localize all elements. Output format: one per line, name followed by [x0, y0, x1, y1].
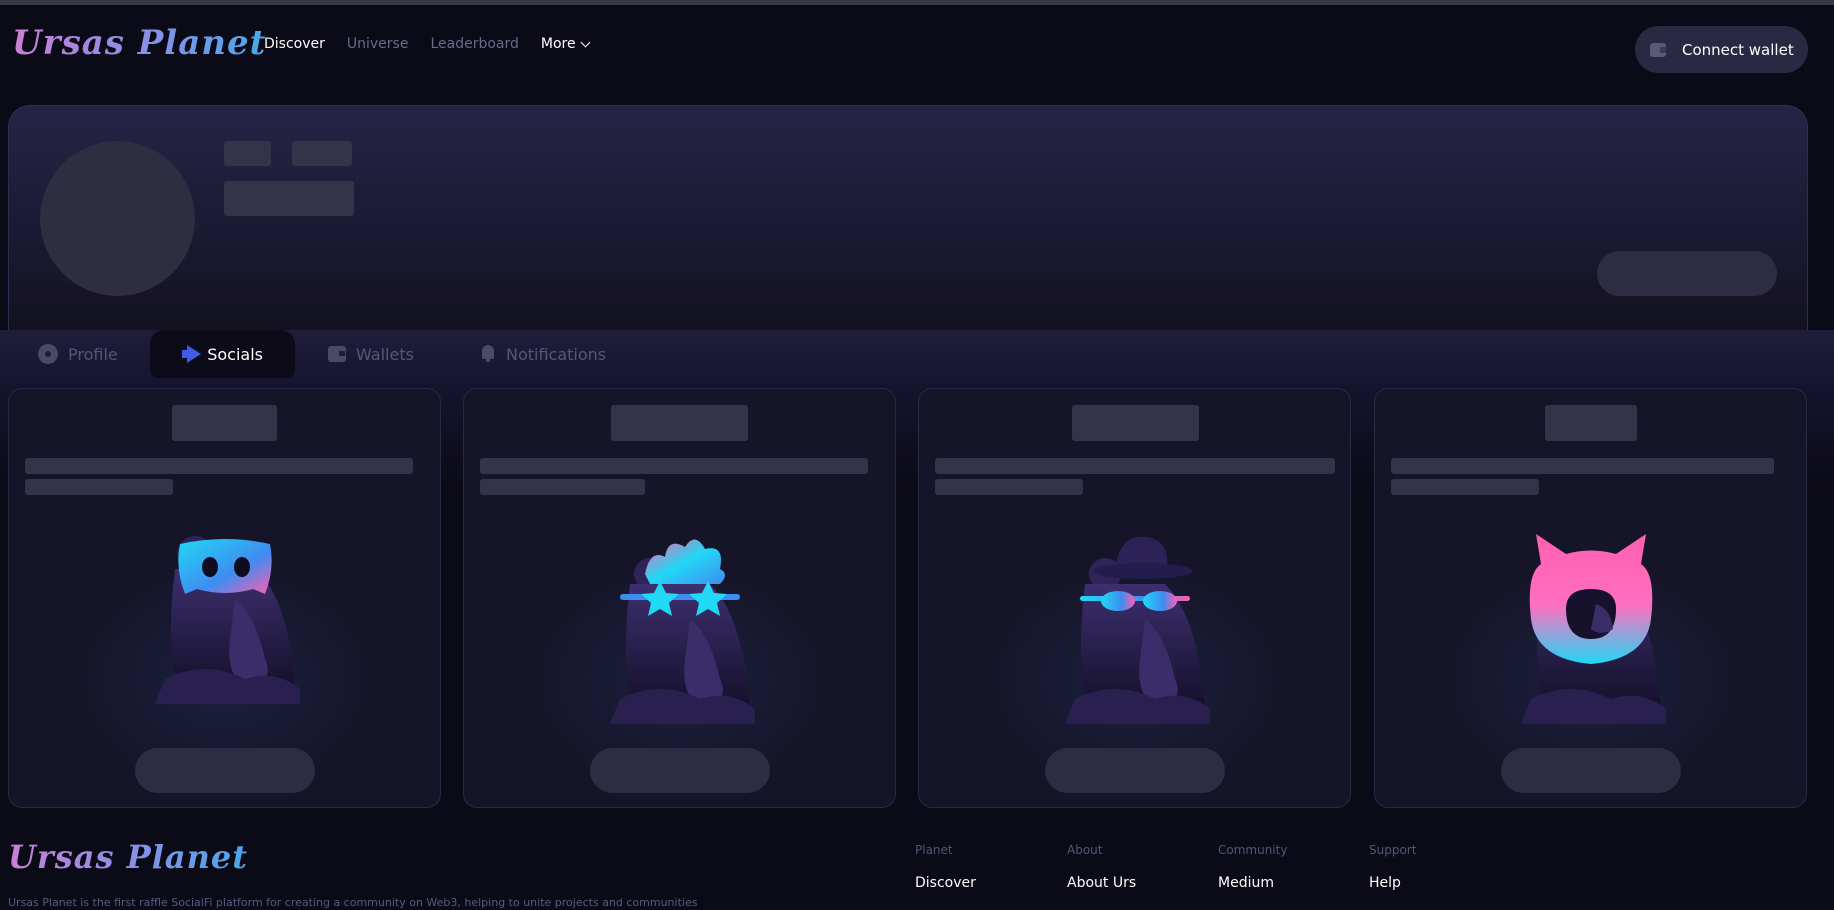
site-logo[interactable]: Ursas Planet — [12, 23, 266, 63]
skeleton-text-line — [1391, 479, 1539, 495]
nav-more-dropdown[interactable]: More — [540, 36, 591, 52]
tab-socials[interactable]: Socials — [150, 330, 295, 378]
skeleton-text-line — [935, 479, 1083, 495]
nav-discover[interactable]: Discover — [264, 36, 325, 52]
banner-action-button-placeholder[interactable] — [1597, 251, 1777, 296]
tab-notifications-label: Notifications — [506, 344, 607, 364]
footer-heading: Planet — [915, 843, 953, 857]
footer-column-planet: Planet Discover — [915, 843, 976, 891]
footer-column-community: Community Medium — [1218, 843, 1287, 891]
footer-link-help[interactable]: Help — [1369, 875, 1416, 891]
skeleton-text-line — [1391, 458, 1774, 474]
site-header: Ursas Planet Discover Universe Leaderboa… — [0, 5, 1834, 87]
chevron-down-icon — [580, 37, 591, 47]
skeleton-card-title — [1072, 405, 1199, 441]
profile-tabs: Profile Socials Wallets Notifications — [0, 330, 1834, 378]
megaphone-icon — [182, 345, 202, 363]
skeleton-text-line — [935, 458, 1335, 474]
skeleton-text-line — [480, 458, 868, 474]
connect-wallet-label: Connect wallet — [1682, 40, 1794, 59]
social-card-medium — [918, 388, 1351, 808]
bell-icon — [480, 345, 496, 363]
footer-description: Ursas Planet is the first raffle SocialF… — [8, 896, 698, 909]
hat-sunglasses-bear-illustration — [1064, 536, 1210, 724]
footer-link-discover[interactable]: Discover — [915, 875, 976, 891]
main-nav: Discover Universe Leaderboard More — [264, 36, 591, 52]
footer-link-medium[interactable]: Medium — [1218, 875, 1287, 891]
footer-heading: Support — [1369, 843, 1417, 857]
nav-more-label: More — [540, 36, 576, 52]
avatar-placeholder — [40, 141, 195, 296]
skeleton-card-title — [172, 405, 277, 441]
footer-heading: About — [1067, 843, 1103, 857]
footer-heading: Community — [1218, 843, 1288, 857]
connect-social-button-placeholder[interactable] — [1500, 748, 1681, 793]
skeleton-text-line — [480, 479, 645, 495]
skeleton-card-title — [1545, 405, 1637, 441]
skeleton-text-line — [25, 479, 173, 495]
skeleton-card-title — [611, 405, 748, 441]
social-card-twitter — [463, 388, 896, 808]
footer-column-about: About About Urs — [1067, 843, 1136, 891]
skeleton-badge — [224, 141, 271, 166]
skeleton-text-line — [25, 458, 413, 474]
footer-link-about-urs[interactable]: About Urs — [1067, 875, 1136, 891]
connect-wallet-button[interactable]: Connect wallet — [1635, 26, 1808, 73]
discord-bear-illustration — [154, 536, 300, 704]
nav-leaderboard[interactable]: Leaderboard — [430, 36, 518, 52]
tab-notifications[interactable]: Notifications — [480, 330, 606, 378]
connect-social-button-placeholder[interactable] — [134, 748, 315, 793]
skeleton-username — [224, 181, 354, 216]
profile-banner — [8, 105, 1808, 330]
social-card-discord — [8, 388, 441, 808]
connect-social-button-placeholder[interactable] — [589, 748, 770, 793]
github-cat-bear-illustration — [1520, 534, 1666, 724]
connect-social-button-placeholder[interactable] — [1044, 748, 1225, 793]
wallet-icon — [328, 346, 346, 362]
skeleton-badge — [292, 141, 352, 166]
footer-column-support: Support Help — [1369, 843, 1416, 891]
nav-universe[interactable]: Universe — [347, 36, 409, 52]
footer-logo[interactable]: Ursas Planet — [8, 838, 248, 876]
gear-icon — [38, 344, 58, 364]
tab-profile[interactable]: Profile — [38, 330, 118, 378]
wallet-icon — [1650, 42, 1666, 57]
star-glasses-bear-illustration — [609, 539, 755, 724]
tab-wallets[interactable]: Wallets — [328, 330, 414, 378]
tab-profile-label: Profile — [68, 344, 118, 364]
tab-socials-label: Socials — [207, 344, 263, 364]
tab-wallets-label: Wallets — [356, 344, 414, 364]
social-card-github — [1374, 388, 1807, 808]
